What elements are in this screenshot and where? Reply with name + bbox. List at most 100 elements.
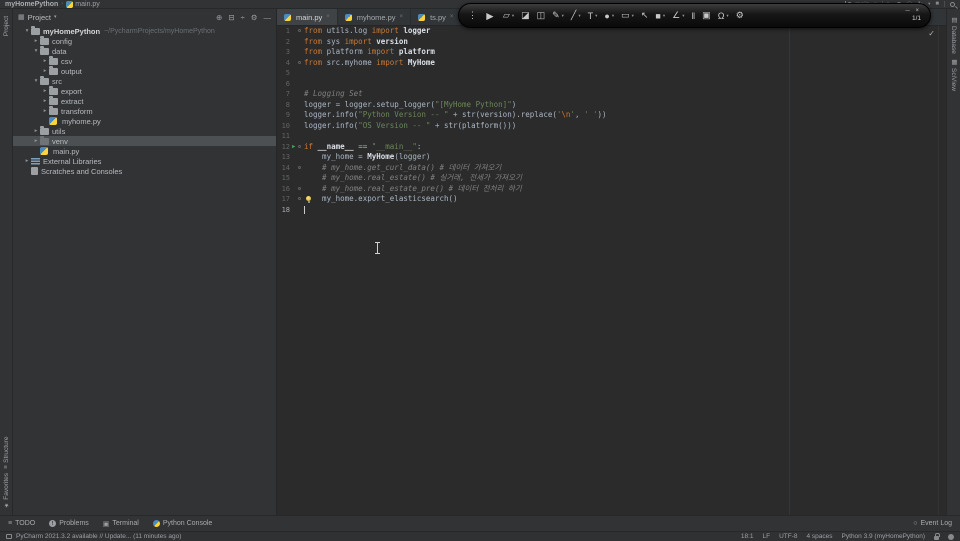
chevron-down-icon[interactable]: ▾ bbox=[32, 48, 40, 54]
rerun-caret-icon[interactable]: ▾ bbox=[928, 1, 930, 7]
code-editor[interactable]: 1from utils.log import logger2from sys i… bbox=[277, 26, 946, 515]
tree-item-extract[interactable]: ▸extract bbox=[13, 96, 276, 106]
close-icon[interactable]: × bbox=[326, 14, 330, 20]
search-everywhere-icon[interactable] bbox=[950, 2, 955, 7]
tree-item-venv[interactable]: ▸venv bbox=[13, 136, 276, 146]
annotation-toolbar[interactable]: ⋮►▱▾◪◫✎▾╱▾T▾●▾▭▾↖■▾∠▾‖▣Ω▾⚙ ─ × 1/1 bbox=[458, 3, 931, 28]
tool-stripe-database[interactable]: ▤Database bbox=[950, 14, 958, 56]
inspection-ok-icon[interactable]: ✓ bbox=[928, 29, 935, 38]
tool-stripe-favorites[interactable]: ★ Favorites bbox=[3, 471, 10, 511]
tree-item-export[interactable]: ▸export bbox=[13, 86, 276, 96]
tab-ts-py[interactable]: ts.py× bbox=[411, 9, 461, 25]
tree-item-utils[interactable]: ▸utils bbox=[13, 126, 276, 136]
locate-button[interactable]: ⊕ bbox=[216, 13, 222, 22]
fold-marker-icon[interactable] bbox=[298, 61, 301, 64]
run-arrow-icon[interactable]: ▶ bbox=[292, 142, 295, 153]
chevron-right-icon[interactable]: ▸ bbox=[41, 88, 49, 94]
marker-tool[interactable]: ╱▾ bbox=[571, 10, 581, 21]
cursor-tool[interactable]: ► bbox=[484, 9, 496, 23]
webcam-button[interactable]: Ω▾ bbox=[718, 11, 729, 21]
status-item[interactable]: Python 3.9 (myHomePython) bbox=[842, 533, 925, 540]
project-panel-title[interactable]: Project bbox=[28, 13, 51, 22]
chevron-down-icon[interactable]: ▾ bbox=[54, 14, 57, 20]
lock-icon[interactable] bbox=[934, 536, 939, 540]
status-item[interactable]: 18:1 bbox=[741, 533, 754, 540]
event-log-button[interactable]: ○ Event Log bbox=[913, 520, 952, 527]
pause-button[interactable]: ‖ bbox=[691, 11, 695, 21]
spray-tool[interactable]: ◫ bbox=[537, 10, 546, 21]
chevron-right-icon[interactable]: ▸ bbox=[41, 98, 49, 104]
fold-marker-icon[interactable] bbox=[298, 187, 301, 190]
tree-item-src[interactable]: ▾src bbox=[13, 76, 276, 86]
tree-item-transform[interactable]: ▸transform bbox=[13, 106, 276, 116]
tree-item-label: main.py bbox=[53, 147, 79, 156]
chevron-down-icon[interactable]: ▾ bbox=[32, 78, 40, 84]
chevron-right-icon[interactable]: ▸ bbox=[41, 68, 49, 74]
capture-tool[interactable]: ▱▾ bbox=[503, 10, 514, 21]
pointer-tool[interactable]: ↖ bbox=[641, 10, 649, 21]
tree-item-csv[interactable]: ▸csv bbox=[13, 56, 276, 66]
tree-item-main-py[interactable]: main.py bbox=[13, 146, 276, 156]
fold-marker-icon[interactable] bbox=[298, 197, 301, 200]
python-console-button[interactable]: Python Console bbox=[153, 520, 212, 528]
code-text: logger = logger.setup_logger("[MyHome Py… bbox=[304, 100, 516, 111]
python-file-icon bbox=[345, 14, 352, 21]
status-message[interactable]: PyCharm 2021.3.2 available // Update... … bbox=[6, 533, 181, 540]
fold-marker-icon[interactable] bbox=[298, 145, 301, 148]
text-tool[interactable]: T▾ bbox=[588, 11, 598, 21]
tool-stripe-project[interactable]: Project bbox=[3, 14, 10, 38]
fold-marker-icon[interactable] bbox=[298, 29, 301, 32]
close-icon[interactable]: × bbox=[400, 14, 404, 20]
editor-scrollbar[interactable] bbox=[938, 26, 946, 515]
chevron-down-icon: ▾ bbox=[682, 13, 684, 19]
rectangle-tool[interactable]: ■▾ bbox=[655, 11, 665, 21]
drag-handle[interactable]: ⋮ bbox=[468, 10, 477, 21]
tree-item-myhome-py[interactable]: myhome.py bbox=[13, 116, 276, 126]
tool-window-switcher-icon[interactable] bbox=[6, 534, 12, 539]
board-button[interactable]: ▣ bbox=[702, 10, 711, 21]
tree-item-external-libraries[interactable]: ▸External Libraries bbox=[13, 156, 276, 166]
tree-item-myhomepython[interactable]: ▾myHomePython~/PycharmProjects/myHomePyt… bbox=[13, 26, 276, 36]
chevron-right-icon[interactable]: ▸ bbox=[32, 128, 40, 134]
overlay-close-button[interactable]: × bbox=[915, 8, 921, 14]
fold-marker-icon[interactable] bbox=[298, 166, 301, 169]
overlay-minimize-button[interactable]: ─ bbox=[906, 8, 912, 14]
status-item[interactable]: UTF-8 bbox=[779, 533, 797, 540]
tool-stripe-sciview[interactable]: ▦SciView bbox=[950, 56, 958, 93]
tree-item-output[interactable]: ▸output bbox=[13, 66, 276, 76]
breadcrumb-file[interactable]: main.py bbox=[75, 1, 100, 8]
update-message[interactable]: PyCharm 2021.3.2 available // Update... … bbox=[16, 533, 181, 540]
pen-tool[interactable]: ✎▾ bbox=[552, 10, 564, 21]
highlighting-level-icon[interactable] bbox=[948, 534, 954, 540]
expand-button[interactable]: ÷ bbox=[241, 13, 245, 22]
toolbar-settings-button[interactable]: ⚙ bbox=[736, 10, 744, 21]
chevron-right-icon[interactable]: ▸ bbox=[32, 138, 40, 144]
chevron-right-icon[interactable]: ▸ bbox=[32, 38, 40, 44]
line-tool[interactable]: ∠▾ bbox=[672, 10, 684, 21]
eraser-tool[interactable]: ▭▾ bbox=[621, 10, 634, 21]
tool-stripe-structure[interactable]: ≡ Structure bbox=[3, 435, 10, 471]
collapse-all-button[interactable]: ⊟ bbox=[228, 13, 234, 22]
breadcrumb-project[interactable]: myHomePython bbox=[5, 1, 58, 8]
tree-item-config[interactable]: ▸config bbox=[13, 36, 276, 46]
tree-item-scratches-and-consoles[interactable]: Scratches and Consoles bbox=[13, 166, 276, 176]
todo-button[interactable]: ≡TODO bbox=[8, 520, 35, 528]
status-item[interactable]: LF bbox=[763, 533, 771, 540]
chevron-right-icon[interactable]: ▸ bbox=[41, 108, 49, 114]
problems-button[interactable]: !Problems bbox=[49, 520, 89, 528]
chevron-down-icon[interactable]: ▾ bbox=[23, 28, 31, 34]
tab-main-py[interactable]: main.py× bbox=[277, 9, 338, 25]
chevron-right-icon[interactable]: ▸ bbox=[41, 58, 49, 64]
stamp-tool[interactable]: ◪ bbox=[521, 10, 530, 21]
tab-myhome-py[interactable]: myhome.py× bbox=[338, 9, 411, 25]
stop-button[interactable]: ■ bbox=[935, 1, 939, 7]
shape-tool[interactable]: ●▾ bbox=[604, 11, 614, 21]
settings-button[interactable]: ⚙ bbox=[251, 13, 258, 22]
status-item[interactable]: 4 spaces bbox=[807, 533, 833, 540]
chevron-right-icon[interactable]: ▸ bbox=[23, 158, 31, 164]
tree-item-data[interactable]: ▾data bbox=[13, 46, 276, 56]
terminal-button[interactable]: ▣Terminal bbox=[103, 520, 139, 528]
hide-button[interactable]: — bbox=[264, 13, 272, 22]
code-token: ) bbox=[512, 100, 517, 109]
close-icon[interactable]: × bbox=[450, 14, 454, 20]
